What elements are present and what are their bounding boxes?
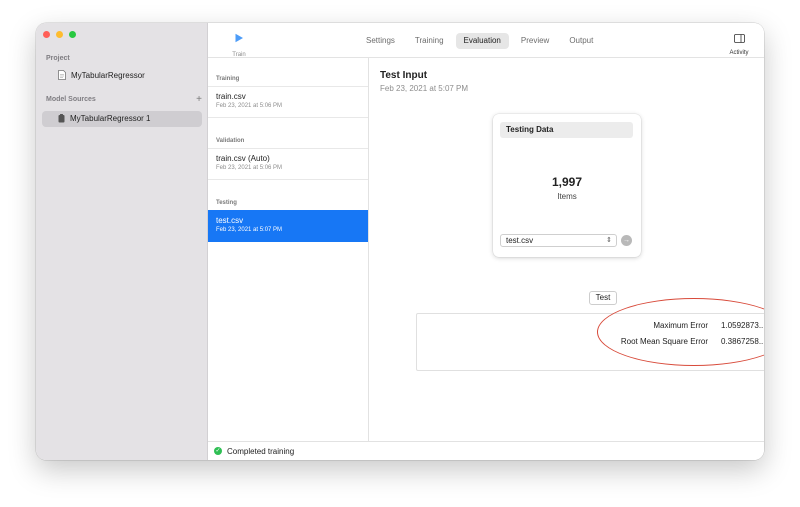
updown-chevron-icon: ⇕	[606, 237, 612, 244]
testing-file-select[interactable]: test.csv ⇕	[500, 234, 617, 247]
model-icon	[58, 114, 65, 123]
status-text: Completed training	[227, 446, 295, 456]
training-file-date: Feb 23, 2021 at 5:06 PM	[216, 103, 283, 109]
tab-preview[interactable]: Preview	[513, 33, 557, 49]
testing-section-label: Testing	[216, 200, 237, 206]
tab-bar: Settings Training Evaluation Preview Out…	[358, 33, 605, 49]
tab-settings[interactable]: Settings	[358, 33, 403, 49]
zoom-button[interactable]	[69, 31, 76, 38]
test-input-date: Feb 23, 2021 at 5:07 PM	[380, 84, 469, 93]
validation-file-name: train.csv (Auto)	[216, 154, 270, 163]
model-source-name: MyTabularRegressor 1	[70, 114, 151, 123]
training-section-label: Training	[216, 76, 240, 82]
training-file-name: train.csv	[216, 92, 246, 101]
validation-section-label: Validation	[216, 138, 245, 144]
list-item-validation[interactable]: train.csv (Auto) Feb 23, 2021 at 5:06 PM	[208, 148, 368, 180]
status-bar: ✓ Completed training	[208, 441, 764, 460]
testing-file-select-value: test.csv	[506, 236, 534, 245]
activity-label: Activity	[729, 50, 749, 56]
list-item-testing[interactable]: test.csv Feb 23, 2021 at 5:07 PM	[208, 210, 368, 242]
sidebar-item-model-source[interactable]: MyTabularRegressor 1	[58, 114, 150, 123]
testing-file-date: Feb 23, 2021 at 5:07 PM	[216, 227, 283, 233]
validation-file-date: Feb 23, 2021 at 5:06 PM	[216, 165, 283, 171]
item-count-label: Items	[557, 192, 577, 201]
tab-evaluation[interactable]: Evaluation	[455, 33, 509, 49]
project-name: MyTabularRegressor	[71, 70, 145, 80]
document-icon	[58, 70, 66, 80]
activity-icon	[733, 34, 745, 43]
sidebar-item-project[interactable]: MyTabularRegressor	[58, 70, 145, 80]
add-model-source-button[interactable]: +	[196, 94, 202, 105]
tab-training[interactable]: Training	[407, 33, 452, 49]
evaluation-panel: Test Input Feb 23, 2021 at 5:07 PM Testi…	[369, 58, 764, 441]
app-window: Project MyTabularRegressor Model Sources…	[36, 23, 764, 460]
testing-data-card[interactable]: Testing Data 1,997 Items test.csv ⇕ →	[493, 114, 641, 257]
card-header: Testing Data	[500, 122, 633, 138]
testing-file-name: test.csv	[216, 216, 244, 225]
sidebar: Project MyTabularRegressor Model Sources…	[36, 23, 208, 460]
data-source-list: Training train.csv Feb 23, 2021 at 5:06 …	[208, 58, 369, 441]
test-button[interactable]: Test	[589, 291, 617, 305]
page-title: Test Input	[380, 70, 428, 81]
checkmark-circle-icon: ✓	[214, 447, 222, 455]
list-item-training[interactable]: train.csv Feb 23, 2021 at 5:06 PM	[208, 86, 368, 118]
activity-button[interactable]: Activity	[726, 30, 752, 56]
train-button[interactable]: Train	[226, 30, 252, 58]
item-count: 1,997	[551, 175, 583, 189]
window-controls	[43, 31, 76, 38]
toolbar: Train Settings Training Evaluation Previ…	[208, 23, 764, 58]
model-sources-label: Model Sources	[46, 96, 96, 103]
minimize-button[interactable]	[56, 31, 63, 38]
tab-output[interactable]: Output	[561, 33, 601, 49]
close-button[interactable]	[43, 31, 50, 38]
play-icon	[235, 33, 243, 43]
arrow-right-circle-icon[interactable]: →	[621, 235, 632, 246]
project-section-label: Project	[46, 55, 70, 62]
